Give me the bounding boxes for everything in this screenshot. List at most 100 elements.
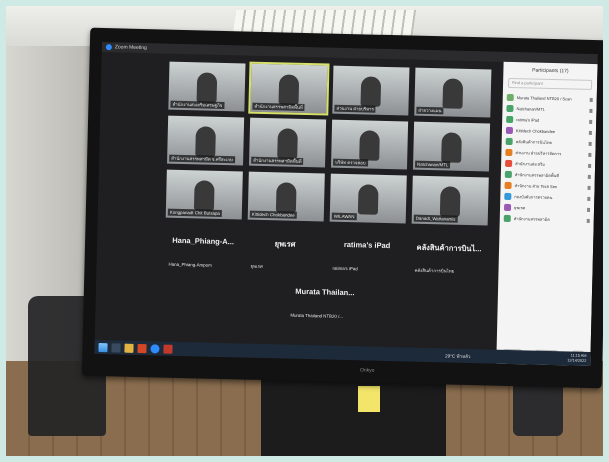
task-view-icon[interactable] [111, 342, 121, 353]
participant-name: สำนักงานสรรพสามิตพื้นที่ [514, 172, 560, 179]
photo: Zoom Meeting สำนักงานส่งเสริมเศรษฐกิจสำน… [6, 6, 603, 456]
video-tile[interactable]: Danadt_Wattanamis [411, 175, 489, 226]
participants-panel: Participants (17) Find a participant Mur… [496, 61, 598, 367]
avatar [504, 192, 512, 201]
avatar [503, 214, 511, 223]
tile-name-label: สำนักงานสรรพสามิตพื้นที่ [251, 156, 304, 165]
participant-name: สำนักงาน ฝ่าย Tech Sen [514, 183, 558, 190]
name-only-tile[interactable]: Murata Thailan... Murata Thailand NTB20 /… [286, 277, 363, 323]
participant-video [441, 132, 462, 163]
mic-icon[interactable] [587, 185, 591, 190]
tile-name-label: บริษัท ตรวจสอบ [333, 158, 368, 167]
participant-name: สำนักงานส่งเสริม [515, 161, 545, 167]
taskbar-clock[interactable]: 11:15 AM 12/14/2022 [567, 353, 586, 363]
app-icon[interactable] [163, 344, 173, 354]
participant-display-name: Hana_Phiang-A... [172, 235, 235, 247]
office-icon[interactable] [137, 343, 147, 353]
name-only-tile[interactable]: คลังสินค้าการบินไ... คลังสินค้าการบินไทย [410, 232, 487, 278]
video-tile[interactable]: บริษัท ตรวจสอบ [330, 119, 409, 170]
name-only-tile[interactable]: Hana_Phiang-A... Hana_Phiang-Ampom [164, 226, 241, 272]
participant-name: ส่วนงาน ฝ่ายบริหารจัดการ [515, 150, 562, 157]
participant-video [196, 72, 218, 103]
clock-date: 12/14/2022 [567, 358, 587, 363]
file-explorer-icon[interactable] [124, 343, 134, 353]
weather-widget[interactable]: 29°C ฟ้าหลัว [445, 352, 470, 360]
tile-name-label: คลังสินค้าการบินไทย [414, 267, 455, 274]
tile-name-label: ส่วนงาน ฝ่ายบริหาร [334, 104, 376, 113]
participant-name: สำนักงานสรรพสามิต [513, 216, 550, 222]
participant-video [275, 182, 297, 213]
tile-name-label: ratima's iPad [332, 265, 358, 272]
avatar [505, 159, 513, 168]
participant-name: Murata Thailand NTB20 / Scan [516, 95, 572, 102]
monitor-brand: Onkyo [359, 367, 375, 374]
mic-icon[interactable] [589, 97, 593, 102]
tile-name-label: สำนักงานสรรพสามิตพื้นที่ [252, 102, 305, 111]
avatar [503, 203, 512, 212]
participant-video [277, 128, 298, 159]
tile-name-label: WILAWAN [331, 212, 357, 221]
video-tile[interactable]: สำนักงานสรรพสามิตพื้นที่ [249, 117, 327, 168]
mic-icon[interactable] [589, 108, 593, 113]
mic-icon[interactable] [586, 207, 591, 212]
video-tile[interactable]: Natchanan/MTL [412, 121, 491, 172]
mic-icon[interactable] [587, 174, 591, 179]
window-title: Zoom Meeting [114, 44, 147, 52]
participant-display-name: คลังสินค้าการบินไ... [416, 242, 482, 254]
video-tile[interactable]: ส่วนงาน ฝ่ายบริหาร [332, 65, 410, 116]
video-tile[interactable]: สำนักงานสรรพสามิต จ.ศรีสะเกษ [167, 115, 245, 166]
avatar [504, 170, 512, 179]
zoom-screen: Zoom Meeting สำนักงานส่งเสริมเศรษฐกิจสำน… [94, 41, 598, 367]
tile-name-label: สำนักงานสรรพสามิต จ.ศรีสะเกษ [169, 154, 236, 164]
tile-name-label: Murata Thailand NTB20 /... [290, 312, 344, 319]
participant-video [360, 76, 382, 107]
avatar [504, 181, 512, 190]
video-tile[interactable]: WILAWAN [329, 173, 407, 224]
participant-display-name: ยุพเรศ [274, 239, 296, 249]
windows-start-icon[interactable] [98, 342, 108, 352]
tile-name-label: Hana_Phiang-Ampom [168, 261, 212, 268]
video-tile[interactable]: สำนักงานส่งเสริมเศรษฐกิจ [168, 61, 246, 112]
mic-icon[interactable] [588, 163, 592, 168]
participant-name: หลังสินค้าการบินไทย [515, 139, 552, 146]
mic-icon[interactable] [589, 119, 593, 124]
display-monitor: Zoom Meeting สำนักงานส่งเสริมเศรษฐกิจสำน… [81, 27, 603, 389]
participant-display-name: Murata Thailan... [295, 286, 355, 298]
zoom-app-icon[interactable] [150, 343, 160, 353]
mic-icon[interactable] [588, 130, 592, 135]
participant-list: Murata Thailand NTB20 / Scan Natchanan/MT… [500, 92, 597, 226]
name-only-tile[interactable]: ยุพเรศ ยุพเรศ [246, 228, 323, 274]
participant-search-input[interactable]: Find a participant [507, 77, 593, 90]
participant-video [439, 186, 461, 217]
tile-name-label: Natchanan/MTL [415, 160, 451, 169]
avatar [506, 104, 514, 113]
avatar [506, 115, 514, 124]
participant-name: กองบังคับการตรวจคน [514, 194, 553, 201]
mic-icon[interactable] [588, 141, 592, 146]
video-tile[interactable]: Kittidech Chokbandee [247, 171, 325, 222]
participant-video [193, 180, 215, 211]
avatar [505, 148, 513, 157]
tile-name-label: สำนักงานส่งเสริมเศรษฐกิจ [170, 100, 225, 109]
avatar [505, 126, 514, 135]
tile-name-label: ยุพเรศ [250, 263, 263, 269]
tile-name-label: Kongpanadt Chit Butsapa [167, 208, 222, 217]
video-tile[interactable]: Kongpanadt Chit Butsapa [165, 169, 243, 220]
participant-row[interactable]: สำนักงานสรรพสามิต [500, 213, 594, 226]
participant-name: ยุพเรศ [513, 205, 526, 211]
window-titlebar: Zoom Meeting [101, 41, 598, 65]
video-tile[interactable]: ฝ่ายวางแผน [414, 67, 492, 118]
mic-icon[interactable] [586, 218, 590, 223]
name-only-tile[interactable]: ratima's iPad ratima's iPad [328, 230, 405, 276]
participants-title: Participants (17) [532, 67, 569, 75]
participant-name: Kittidech Chokbandee [515, 128, 556, 135]
participant-video [278, 74, 300, 105]
zoom-logo-icon [105, 44, 112, 51]
participant-video [442, 78, 464, 109]
mic-icon[interactable] [587, 196, 591, 201]
mic-icon[interactable] [588, 152, 592, 157]
participant-name: Natchanan/MTL [516, 106, 545, 112]
avatar [506, 93, 514, 102]
video-tile[interactable]: สำนักงานสรรพสามิตพื้นที่ [248, 61, 330, 116]
participant-video [195, 126, 216, 157]
